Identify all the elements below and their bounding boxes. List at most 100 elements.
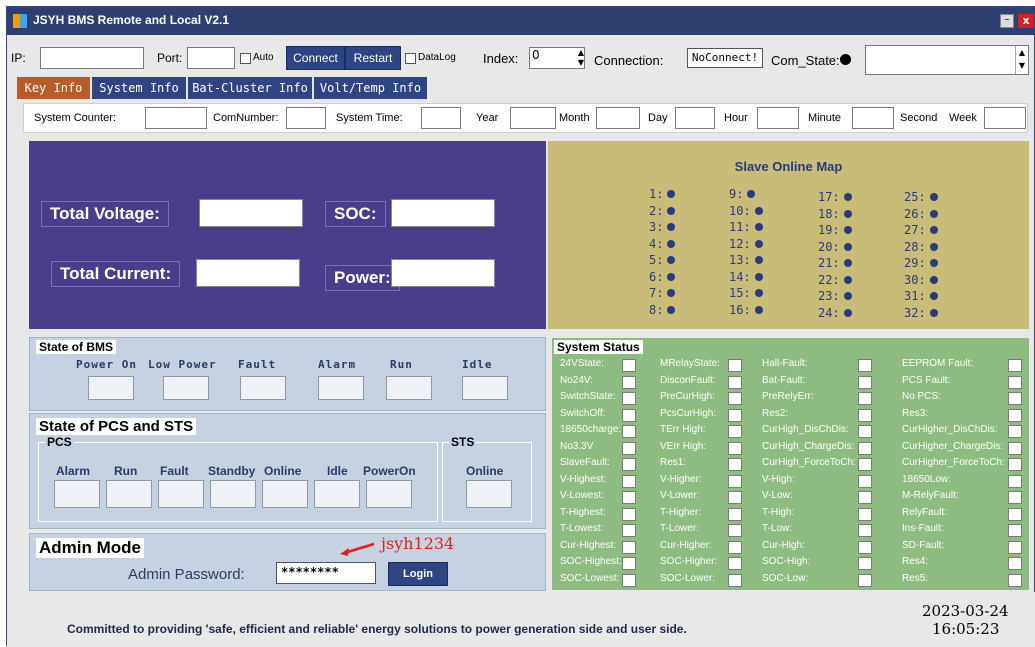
slave-online-dot-icon — [667, 206, 676, 215]
port-label: Port: — [157, 51, 183, 65]
hour-field[interactable] — [757, 107, 799, 129]
month-field[interactable] — [596, 107, 640, 129]
slave-item: 12: — [729, 237, 763, 251]
slave-online-dot-icon — [843, 209, 852, 218]
tab-key-info[interactable]: Key Info — [17, 77, 90, 99]
status-indicator — [858, 392, 872, 405]
status-label: V-Higher: — [660, 473, 702, 485]
comstate-textarea[interactable]: ▲ ▼ — [865, 45, 1029, 75]
slave-online-dot-icon — [747, 190, 756, 198]
total-current-label: Total Current: — [51, 261, 181, 287]
year-field[interactable] — [510, 107, 556, 129]
status-indicator — [622, 458, 636, 471]
slave-item-label: 17: — [818, 190, 840, 204]
slave-online-dot-icon — [843, 193, 852, 201]
restart-button[interactable]: Restart — [345, 46, 401, 70]
slave-item-label: 20: — [818, 239, 840, 254]
auto-checkbox[interactable] — [240, 53, 251, 64]
slave-online-dot-icon — [843, 308, 852, 317]
tab-bat-cluster-info[interactable]: Bat-Cluster Info — [188, 77, 312, 99]
connect-button[interactable]: Connect — [286, 46, 345, 70]
connection-label: Connection: — [594, 53, 664, 68]
status-label: SwitchOff: — [560, 407, 606, 419]
status-label: T-Lowest: — [560, 523, 604, 534]
status-label: Cur-Higher: — [660, 539, 712, 551]
week-field[interactable] — [984, 107, 1026, 129]
status-indicator — [728, 458, 742, 471]
minute-field[interactable] — [852, 107, 894, 129]
slave-item-label: 6: — [649, 269, 664, 284]
slave-item: 8: — [649, 303, 676, 317]
ip-input[interactable] — [40, 47, 144, 69]
slave-item: 14: — [729, 270, 763, 284]
pcs-state-indicator — [262, 480, 308, 508]
slave-item-label: 16: — [729, 302, 751, 317]
port-input[interactable] — [187, 47, 235, 69]
slave-item-label: 12: — [729, 236, 751, 251]
status-label: Res5: — [902, 572, 929, 584]
slave-item: 22: — [818, 273, 852, 287]
status-indicator — [858, 573, 872, 587]
status-indicator — [1008, 392, 1022, 405]
bms-state-indicator — [240, 376, 286, 400]
slave-item-label: 1: — [649, 187, 664, 201]
status-indicator — [728, 441, 742, 455]
comnumber-field[interactable] — [286, 107, 326, 129]
status-label: MRelayState: — [660, 358, 721, 369]
status-indicator — [858, 375, 872, 389]
bms-state-indicator — [163, 376, 209, 400]
status-label: PreRelyErr: — [762, 391, 814, 402]
soc-field — [391, 199, 495, 227]
spinner-arrows-icon[interactable]: ▲ ▼ — [577, 48, 585, 68]
system-time-field[interactable] — [421, 107, 461, 129]
close-button[interactable]: x — [1018, 14, 1034, 28]
status-label: SOC-High: — [762, 556, 811, 567]
status-label: VErr High: — [660, 440, 707, 452]
scrollbar[interactable]: ▲ ▼ — [1015, 46, 1028, 74]
status-indicator — [1008, 441, 1022, 455]
datalog-checkbox[interactable] — [405, 53, 416, 64]
status-label: Res4: — [902, 556, 929, 567]
status-label: No24V: — [560, 374, 593, 386]
bms-state-title: State of BMS — [36, 340, 117, 354]
status-label: SlaveFault: — [560, 457, 611, 468]
slave-item: 31: — [904, 289, 938, 303]
minute-label: Minute — [808, 112, 842, 124]
status-indicator — [858, 507, 872, 521]
status-indicator — [1008, 474, 1022, 488]
index-label: Index: — [483, 51, 519, 66]
admin-password-input[interactable]: ******** — [276, 562, 376, 584]
slave-item: 1: — [649, 187, 676, 201]
status-indicator — [1008, 524, 1022, 537]
total-voltage-field — [199, 199, 303, 227]
tab-system-info[interactable]: System Info — [92, 77, 186, 99]
login-button[interactable]: Login — [388, 562, 448, 586]
title-bar: JSYH BMS Remote and Local V2.1 – x — [7, 7, 1035, 35]
status-label: 18650charge: — [560, 424, 622, 435]
app-window: JSYH BMS Remote and Local V2.1 – x IP: P… — [6, 6, 1035, 647]
status-indicator — [1008, 425, 1022, 438]
status-indicator — [728, 507, 742, 521]
slave-item-label: 29: — [904, 256, 926, 270]
sts-state-label: Online — [466, 464, 504, 478]
slave-item-label: 18: — [818, 206, 840, 221]
status-indicator — [622, 474, 636, 488]
minimize-button[interactable]: – — [1000, 14, 1014, 28]
slave-online-dot-icon — [667, 223, 676, 231]
tab-volt-temp-info[interactable]: Volt/Temp Info — [314, 77, 427, 99]
admin-panel: Admin Mode Admin Password: ******** Logi… — [29, 533, 546, 591]
bms-state-label: Power On — [76, 358, 137, 371]
status-indicator — [622, 573, 636, 587]
day-field[interactable] — [675, 107, 715, 129]
slave-online-dot-icon — [843, 292, 852, 300]
status-label: CurHigher_DisChDis: — [902, 424, 998, 435]
status-label: V-Lower: — [660, 490, 700, 501]
slave-online-dot-icon — [929, 275, 938, 284]
status-label: SOC-Lower: — [660, 572, 716, 584]
slave-online-dot-icon — [929, 226, 938, 234]
status-label: V-High: — [762, 473, 795, 485]
system-counter-field[interactable] — [145, 107, 207, 129]
pcs-state-indicator — [210, 480, 256, 508]
status-label: Res2: — [762, 407, 789, 419]
day-label: Day — [648, 112, 668, 124]
